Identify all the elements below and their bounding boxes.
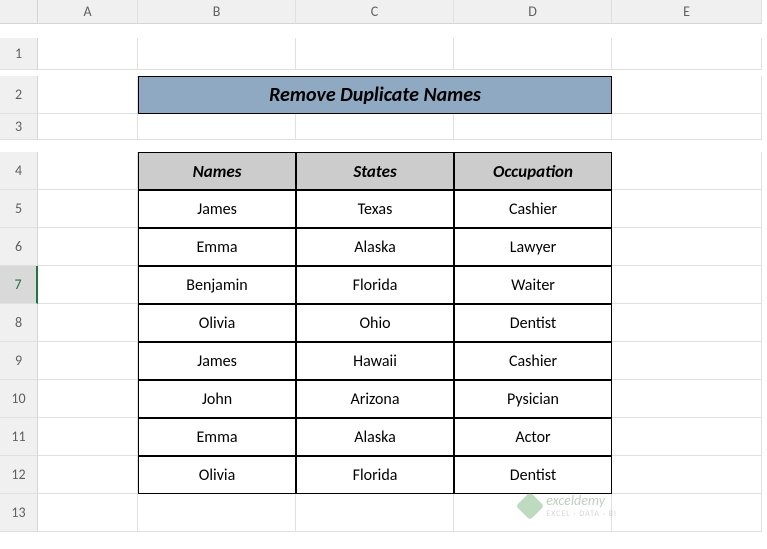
col-header-A[interactable]: A: [38, 0, 138, 24]
watermark-brand: exceldemy: [546, 492, 617, 509]
cell-B9[interactable]: James: [138, 342, 296, 380]
spreadsheet-grid[interactable]: A B C D E 1 2 Remove Duplicate Names 3 4…: [0, 0, 767, 532]
cell-C5[interactable]: Texas: [296, 190, 454, 228]
cell-A11[interactable]: [38, 418, 138, 456]
row-header-4[interactable]: 4: [0, 152, 38, 190]
row-header-9[interactable]: 9: [0, 342, 38, 380]
cell-A6[interactable]: [38, 228, 138, 266]
cell-A3[interactable]: [38, 114, 138, 140]
cell-C7[interactable]: Florida: [296, 266, 454, 304]
cell-D7[interactable]: Waiter: [454, 266, 612, 304]
cell-E7[interactable]: [612, 266, 762, 304]
cell-E6[interactable]: [612, 228, 762, 266]
watermark-tagline: EXCEL · DATA · BI: [546, 509, 617, 519]
cell-A10[interactable]: [38, 380, 138, 418]
cell-E1[interactable]: [612, 38, 762, 70]
header-names[interactable]: Names: [138, 152, 296, 190]
watermark: exceldemy EXCEL · DATA · BI: [520, 492, 617, 519]
cell-A1[interactable]: [38, 38, 138, 70]
header-occupation[interactable]: Occupation: [454, 152, 612, 190]
cell-C13[interactable]: [296, 494, 454, 532]
row-header-2[interactable]: 2: [0, 76, 38, 114]
cell-D10[interactable]: Pysician: [454, 380, 612, 418]
row-header-1[interactable]: 1: [0, 38, 38, 70]
cell-E11[interactable]: [612, 418, 762, 456]
cell-D9[interactable]: Cashier: [454, 342, 612, 380]
row-header-10[interactable]: 10: [0, 380, 38, 418]
cell-D8[interactable]: Dentist: [454, 304, 612, 342]
cell-E3[interactable]: [612, 114, 762, 140]
header-states[interactable]: States: [296, 152, 454, 190]
cell-B13[interactable]: [138, 494, 296, 532]
row-header-7[interactable]: 7: [0, 266, 38, 304]
cell-C1[interactable]: [296, 38, 454, 70]
cell-B10[interactable]: John: [138, 380, 296, 418]
cell-C10[interactable]: Arizona: [296, 380, 454, 418]
cell-B7[interactable]: Benjamin: [138, 266, 296, 304]
cell-A13[interactable]: [38, 494, 138, 532]
cell-E8[interactable]: [612, 304, 762, 342]
cell-C12[interactable]: Florida: [296, 456, 454, 494]
cell-C9[interactable]: Hawaii: [296, 342, 454, 380]
cell-B3[interactable]: [138, 114, 296, 140]
cell-D5[interactable]: Cashier: [454, 190, 612, 228]
col-header-D[interactable]: D: [454, 0, 612, 24]
cell-B6[interactable]: Emma: [138, 228, 296, 266]
cell-D3[interactable]: [454, 114, 612, 140]
cell-E13[interactable]: [612, 494, 762, 532]
cell-A7[interactable]: [38, 266, 138, 304]
cell-A5[interactable]: [38, 190, 138, 228]
cell-E4[interactable]: [612, 152, 762, 190]
row-header-3[interactable]: 3: [0, 114, 38, 140]
cell-A9[interactable]: [38, 342, 138, 380]
cell-B8[interactable]: Olivia: [138, 304, 296, 342]
col-header-E[interactable]: E: [612, 0, 762, 24]
row-header-13[interactable]: 13: [0, 494, 38, 532]
title-cell[interactable]: Remove Duplicate Names: [138, 76, 612, 114]
row-header-11[interactable]: 11: [0, 418, 38, 456]
row-header-12[interactable]: 12: [0, 456, 38, 494]
cell-D12[interactable]: Dentist: [454, 456, 612, 494]
cell-C8[interactable]: Ohio: [296, 304, 454, 342]
row-header-8[interactable]: 8: [0, 304, 38, 342]
cell-E5[interactable]: [612, 190, 762, 228]
cell-A4[interactable]: [38, 152, 138, 190]
cell-C6[interactable]: Alaska: [296, 228, 454, 266]
cell-E12[interactable]: [612, 456, 762, 494]
col-header-B[interactable]: B: [138, 0, 296, 24]
select-all-corner[interactable]: [0, 0, 38, 24]
cell-C11[interactable]: Alaska: [296, 418, 454, 456]
cell-C3[interactable]: [296, 114, 454, 140]
cell-A12[interactable]: [38, 456, 138, 494]
cell-B11[interactable]: Emma: [138, 418, 296, 456]
exceldemy-logo-icon: [516, 491, 544, 519]
cell-A8[interactable]: [38, 304, 138, 342]
cell-D11[interactable]: Actor: [454, 418, 612, 456]
col-header-C[interactable]: C: [296, 0, 454, 24]
cell-B5[interactable]: James: [138, 190, 296, 228]
cell-D6[interactable]: Lawyer: [454, 228, 612, 266]
cell-E10[interactable]: [612, 380, 762, 418]
cell-E9[interactable]: [612, 342, 762, 380]
cell-B1[interactable]: [138, 38, 296, 70]
cell-E2[interactable]: [612, 76, 762, 114]
cell-B12[interactable]: Olivia: [138, 456, 296, 494]
row-header-5[interactable]: 5: [0, 190, 38, 228]
cell-A2[interactable]: [38, 76, 138, 114]
row-header-6[interactable]: 6: [0, 228, 38, 266]
cell-D1[interactable]: [454, 38, 612, 70]
